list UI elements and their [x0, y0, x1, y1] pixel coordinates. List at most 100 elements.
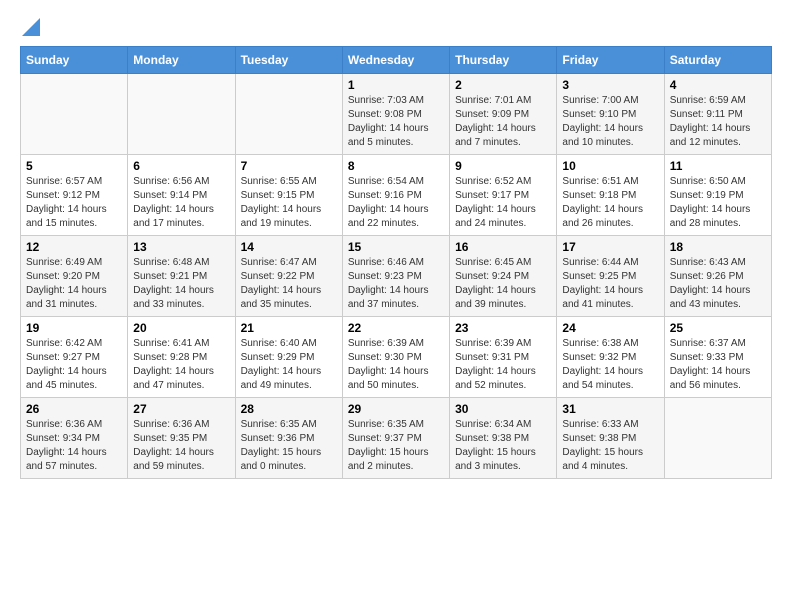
calendar-cell: 13 Sunrise: 6:48 AMSunset: 9:21 PMDayligh…: [128, 236, 235, 317]
calendar-cell: 17Sunrise: 6:44 AMSunset: 9:25 PMDayligh…: [557, 236, 664, 317]
calendar-cell: 29 Sunrise: 6:35 AMSunset: 9:37 PMDayligh…: [342, 398, 449, 479]
day-info: Sunrise: 6:52 AMSunset: 9:17 PMDaylight:…: [455, 175, 551, 231]
calendar-cell: 7 Sunrise: 6:55 AMSunset: 9:15 PMDaylight…: [235, 155, 342, 236]
calendar-table: SundayMondayTuesdayWednesdayThursdayFrid…: [20, 46, 772, 479]
day-number: 29: [348, 402, 444, 416]
day-number: 4: [670, 78, 766, 92]
logo: [20, 20, 40, 36]
day-number: 21: [241, 321, 337, 335]
day-info: Sunrise: 6:35 AMSunset: 9:36 PMDaylight:…: [241, 418, 337, 474]
day-number: 31: [562, 402, 658, 416]
day-number: 26: [26, 402, 122, 416]
day-number: 22: [348, 321, 444, 335]
day-info: Sunrise: 6:43 AMSunset: 9:26 PMDaylight:…: [670, 256, 766, 312]
day-number: 17: [562, 240, 658, 254]
calendar-cell: 25 Sunrise: 6:37 AMSunset: 9:33 PMDayligh…: [664, 317, 771, 398]
calendar-cell: 1 Sunrise: 7:03 AMSunset: 9:08 PMDaylight…: [342, 74, 449, 155]
calendar-cell: 2Sunrise: 7:01 AMSunset: 9:09 PMDaylight…: [450, 74, 557, 155]
calendar-cell: 8Sunrise: 6:54 AMSunset: 9:16 PMDaylight…: [342, 155, 449, 236]
header-cell-saturday: Saturday: [664, 47, 771, 74]
calendar-cell: 11Sunrise: 6:50 AMSunset: 9:19 PMDayligh…: [664, 155, 771, 236]
day-info: Sunrise: 6:34 AMSunset: 9:38 PMDaylight:…: [455, 418, 551, 474]
calendar-cell: 24Sunrise: 6:38 AMSunset: 9:32 PMDayligh…: [557, 317, 664, 398]
week-row-2: 5Sunrise: 6:57 AMSunset: 9:12 PMDaylight…: [21, 155, 772, 236]
calendar-cell: 22 Sunrise: 6:39 AMSunset: 9:30 PMDayligh…: [342, 317, 449, 398]
week-row-1: 1 Sunrise: 7:03 AMSunset: 9:08 PMDaylight…: [21, 74, 772, 155]
day-info: Sunrise: 6:37 AMSunset: 9:33 PMDaylight:…: [670, 337, 766, 393]
day-info: Sunrise: 6:55 AMSunset: 9:15 PMDaylight:…: [241, 175, 337, 231]
calendar-cell: 5Sunrise: 6:57 AMSunset: 9:12 PMDaylight…: [21, 155, 128, 236]
day-info: Sunrise: 6:51 AMSunset: 9:18 PMDaylight:…: [562, 175, 658, 231]
header-cell-tuesday: Tuesday: [235, 47, 342, 74]
calendar-cell: 4 Sunrise: 6:59 AMSunset: 9:11 PMDaylight…: [664, 74, 771, 155]
calendar-cell: 6Sunrise: 6:56 AMSunset: 9:14 PMDaylight…: [128, 155, 235, 236]
calendar-header: SundayMondayTuesdayWednesdayThursdayFrid…: [21, 47, 772, 74]
day-number: 12: [26, 240, 122, 254]
week-row-5: 26 Sunrise: 6:36 AMSunset: 9:34 PMDayligh…: [21, 398, 772, 479]
calendar-cell: 19 Sunrise: 6:42 AMSunset: 9:27 PMDayligh…: [21, 317, 128, 398]
day-number: 9: [455, 159, 551, 173]
day-number: 5: [26, 159, 122, 173]
calendar-cell: [21, 74, 128, 155]
day-number: 25: [670, 321, 766, 335]
day-info: Sunrise: 6:36 AMSunset: 9:34 PMDaylight:…: [26, 418, 122, 474]
calendar-cell: 3 Sunrise: 7:00 AMSunset: 9:10 PMDaylight…: [557, 74, 664, 155]
day-info: Sunrise: 6:39 AMSunset: 9:31 PMDaylight:…: [455, 337, 551, 393]
calendar-cell: 9 Sunrise: 6:52 AMSunset: 9:17 PMDaylight…: [450, 155, 557, 236]
day-number: 15: [348, 240, 444, 254]
calendar-cell: 30 Sunrise: 6:34 AMSunset: 9:38 PMDayligh…: [450, 398, 557, 479]
day-info: Sunrise: 6:39 AMSunset: 9:30 PMDaylight:…: [348, 337, 444, 393]
day-number: 3: [562, 78, 658, 92]
day-info: Sunrise: 6:45 AMSunset: 9:24 PMDaylight:…: [455, 256, 551, 312]
day-info: Sunrise: 6:40 AMSunset: 9:29 PMDaylight:…: [241, 337, 337, 393]
day-info: Sunrise: 6:48 AMSunset: 9:21 PMDaylight:…: [133, 256, 229, 312]
calendar-cell: 15 Sunrise: 6:46 AMSunset: 9:23 PMDayligh…: [342, 236, 449, 317]
calendar-cell: 10 Sunrise: 6:51 AMSunset: 9:18 PMDayligh…: [557, 155, 664, 236]
day-number: 1: [348, 78, 444, 92]
calendar-cell: 18Sunrise: 6:43 AMSunset: 9:26 PMDayligh…: [664, 236, 771, 317]
calendar-cell: [664, 398, 771, 479]
header-cell-friday: Friday: [557, 47, 664, 74]
calendar-cell: 23 Sunrise: 6:39 AMSunset: 9:31 PMDayligh…: [450, 317, 557, 398]
day-info: Sunrise: 7:03 AMSunset: 9:08 PMDaylight:…: [348, 94, 444, 150]
day-number: 7: [241, 159, 337, 173]
calendar-cell: 14Sunrise: 6:47 AMSunset: 9:22 PMDayligh…: [235, 236, 342, 317]
day-info: Sunrise: 6:49 AMSunset: 9:20 PMDaylight:…: [26, 256, 122, 312]
logo-icon: [22, 18, 40, 36]
day-number: 30: [455, 402, 551, 416]
day-number: 23: [455, 321, 551, 335]
calendar-cell: 28 Sunrise: 6:35 AMSunset: 9:36 PMDayligh…: [235, 398, 342, 479]
day-info: Sunrise: 6:59 AMSunset: 9:11 PMDaylight:…: [670, 94, 766, 150]
week-row-4: 19 Sunrise: 6:42 AMSunset: 9:27 PMDayligh…: [21, 317, 772, 398]
calendar-cell: [128, 74, 235, 155]
day-info: Sunrise: 6:42 AMSunset: 9:27 PMDaylight:…: [26, 337, 122, 393]
day-info: Sunrise: 7:00 AMSunset: 9:10 PMDaylight:…: [562, 94, 658, 150]
header-cell-monday: Monday: [128, 47, 235, 74]
header-row: SundayMondayTuesdayWednesdayThursdayFrid…: [21, 47, 772, 74]
header-cell-thursday: Thursday: [450, 47, 557, 74]
calendar-cell: 21 Sunrise: 6:40 AMSunset: 9:29 PMDayligh…: [235, 317, 342, 398]
day-number: 16: [455, 240, 551, 254]
day-number: 6: [133, 159, 229, 173]
day-info: Sunrise: 6:38 AMSunset: 9:32 PMDaylight:…: [562, 337, 658, 393]
day-number: 19: [26, 321, 122, 335]
day-number: 8: [348, 159, 444, 173]
calendar-cell: 12 Sunrise: 6:49 AMSunset: 9:20 PMDayligh…: [21, 236, 128, 317]
day-number: 13: [133, 240, 229, 254]
day-number: 28: [241, 402, 337, 416]
calendar-cell: [235, 74, 342, 155]
day-info: Sunrise: 6:33 AMSunset: 9:38 PMDaylight:…: [562, 418, 658, 474]
day-number: 10: [562, 159, 658, 173]
page-header: [20, 20, 772, 36]
day-info: Sunrise: 6:35 AMSunset: 9:37 PMDaylight:…: [348, 418, 444, 474]
calendar-cell: 31 Sunrise: 6:33 AMSunset: 9:38 PMDayligh…: [557, 398, 664, 479]
calendar-cell: 16 Sunrise: 6:45 AMSunset: 9:24 PMDayligh…: [450, 236, 557, 317]
day-info: Sunrise: 6:50 AMSunset: 9:19 PMDaylight:…: [670, 175, 766, 231]
header-cell-sunday: Sunday: [21, 47, 128, 74]
calendar-cell: 26 Sunrise: 6:36 AMSunset: 9:34 PMDayligh…: [21, 398, 128, 479]
day-number: 20: [133, 321, 229, 335]
calendar-body: 1 Sunrise: 7:03 AMSunset: 9:08 PMDaylight…: [21, 74, 772, 479]
day-info: Sunrise: 6:46 AMSunset: 9:23 PMDaylight:…: [348, 256, 444, 312]
day-info: Sunrise: 6:41 AMSunset: 9:28 PMDaylight:…: [133, 337, 229, 393]
calendar-cell: 27Sunrise: 6:36 AMSunset: 9:35 PMDayligh…: [128, 398, 235, 479]
